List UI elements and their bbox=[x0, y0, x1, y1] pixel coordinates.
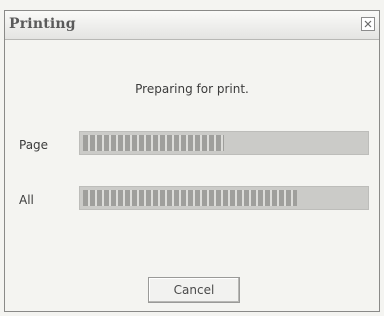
title-bar[interactable]: Printing bbox=[5, 11, 379, 40]
printing-dialog: Printing Preparing for print. Page All C… bbox=[4, 10, 380, 312]
status-message: Preparing for print. bbox=[135, 82, 249, 96]
window-title: Printing bbox=[9, 16, 76, 32]
page-progress-bar bbox=[79, 131, 369, 155]
all-progress-bar bbox=[79, 186, 369, 210]
all-progress-label: All bbox=[19, 193, 34, 207]
page-progress-label: Page bbox=[19, 138, 49, 152]
close-icon bbox=[364, 20, 372, 28]
all-progress-fill bbox=[83, 190, 298, 206]
close-button[interactable] bbox=[361, 17, 375, 31]
cancel-button[interactable]: Cancel bbox=[148, 277, 240, 303]
page-progress-fill bbox=[83, 135, 224, 151]
